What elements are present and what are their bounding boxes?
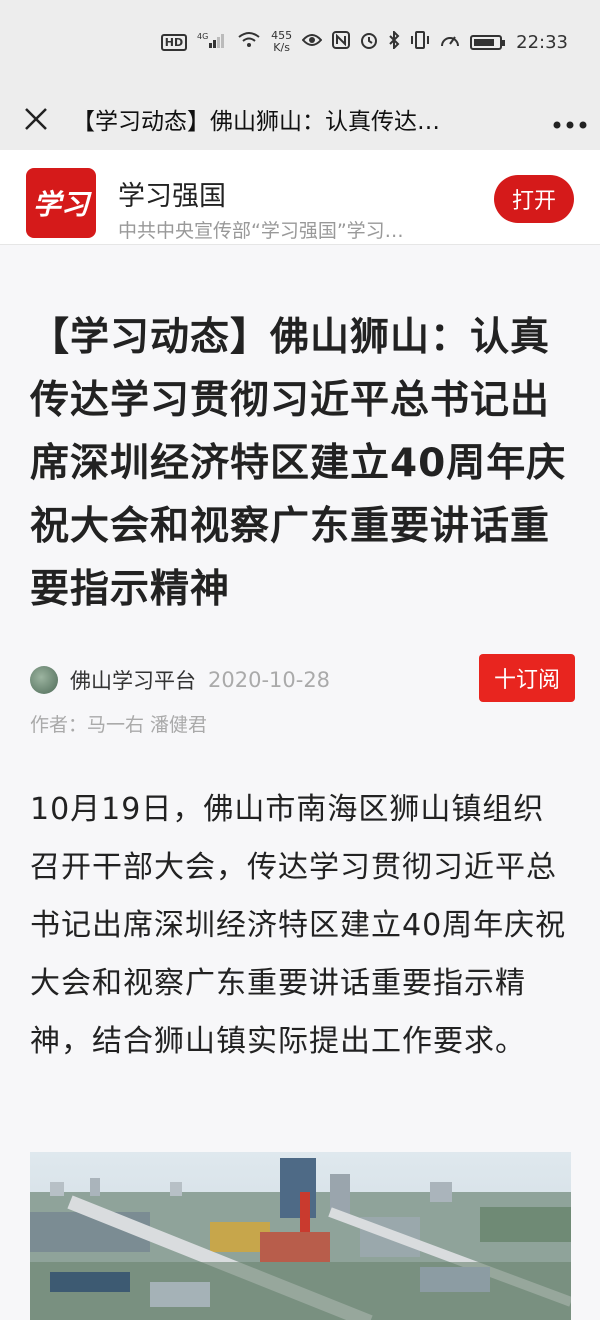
app-name: 学习强国: [118, 181, 226, 212]
more-menu-icon[interactable]: [540, 103, 600, 136]
network-speed: 455 K/s: [271, 30, 292, 54]
network-type: 4G: [197, 32, 208, 41]
article-meta: 佛山学习平台 2020-10-28 十订阅: [30, 654, 575, 702]
page-title: 【学习动态】佛山狮山：认真传达…: [72, 109, 440, 135]
status-icons: HD 4G 455 K/s 22:33: [160, 29, 568, 54]
article-photo[interactable]: [30, 1152, 571, 1320]
nfc-icon: [332, 31, 351, 53]
source-avatar[interactable]: [30, 666, 58, 694]
app-banner[interactable]: 学习 学习强国 中共中央宣传部“学习强国”学习… 打开: [0, 150, 600, 245]
source-name[interactable]: 佛山学习平台: [70, 665, 196, 695]
publish-date: 2020-10-28: [208, 668, 331, 692]
subscribe-button[interactable]: 十订阅: [479, 654, 575, 702]
signal-icon: 4G: [197, 31, 227, 53]
article-title: 【学习动态】佛山狮山：认真传达学习贯彻习近平总书记出席深圳经济特区建立40周年庆…: [30, 315, 567, 612]
battery-fill: [474, 38, 495, 46]
battery-icon: [470, 34, 506, 50]
open-app-button[interactable]: 打开: [494, 175, 574, 223]
speedometer-icon: [440, 31, 460, 53]
alarm-icon: [360, 31, 378, 53]
status-bar: HD 4G 455 K/s 22:33: [0, 0, 600, 88]
article-paragraph: 10月19日，佛山市南海区狮山镇组织召开干部大会，传达学习贯彻习近平总书记出席深…: [30, 792, 567, 1059]
article: 【学习动态】佛山狮山：认真传达学习贯彻习近平总书记出席深圳经济特区建立40周年庆…: [0, 246, 600, 1320]
speed-unit: K/s: [273, 41, 290, 54]
wifi-icon: [237, 31, 261, 53]
close-icon[interactable]: [0, 88, 72, 150]
clock: 22:33: [516, 31, 568, 53]
eye-icon: [301, 33, 323, 51]
bluetooth-icon: [388, 29, 400, 53]
hd-icon: HD: [160, 33, 188, 51]
app-logo: 学习: [26, 168, 96, 238]
vibrate-icon: [410, 31, 430, 53]
nav-bar: 【学习动态】佛山狮山：认真传达…: [0, 88, 600, 150]
app-subtitle: 中共中央宣传部“学习强国”学习…: [118, 220, 404, 242]
author-line: 作者：马一右 潘健君: [30, 714, 208, 736]
